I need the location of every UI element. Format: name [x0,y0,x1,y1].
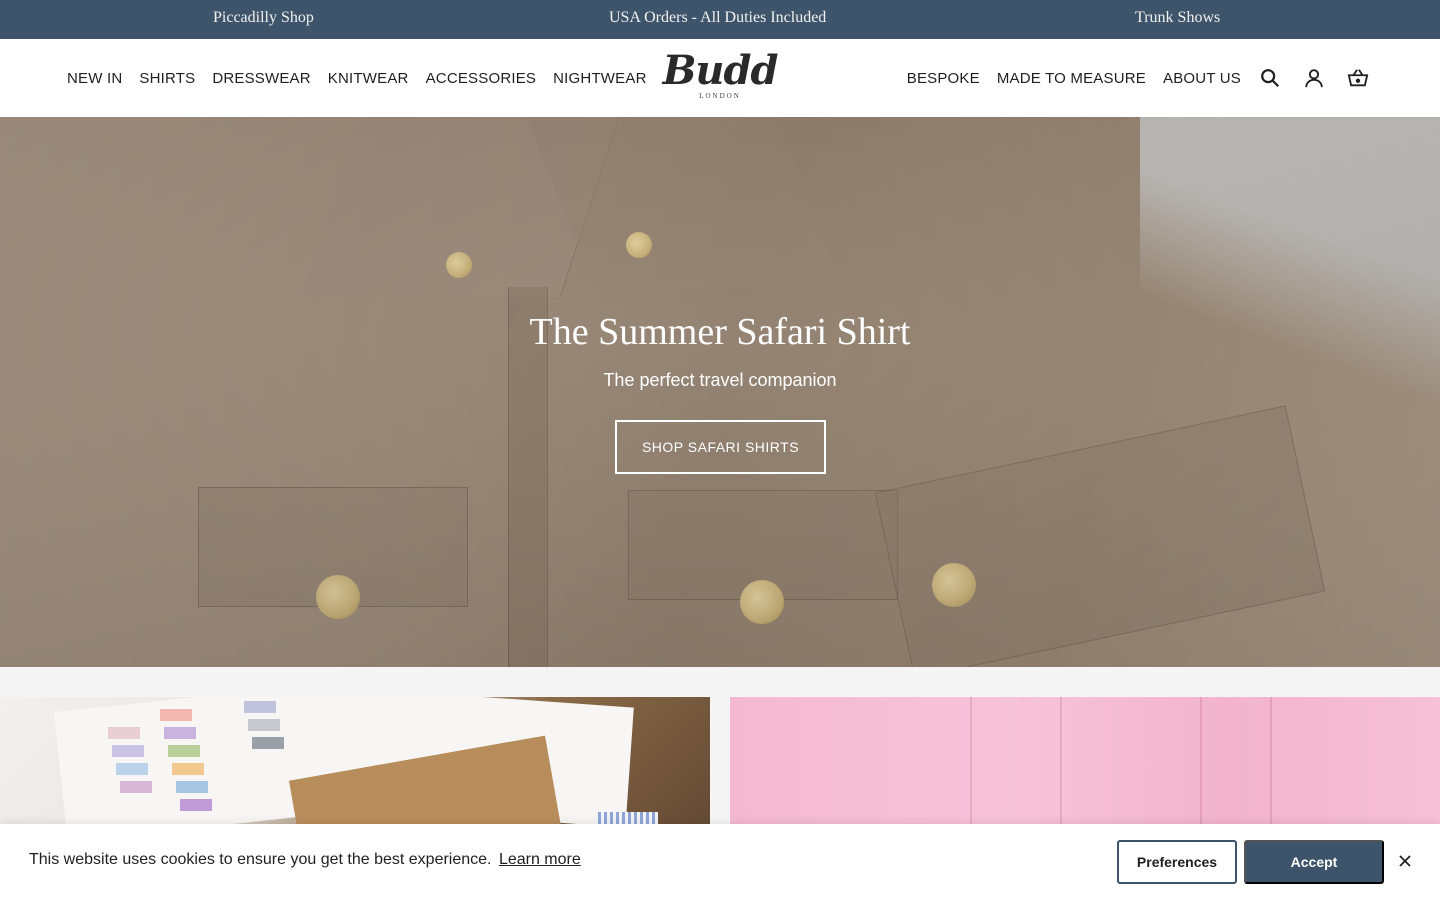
hero-title: The Summer Safari Shirt [529,311,911,353]
learn-more-link[interactable]: Learn more [499,851,581,868]
nav-about-us[interactable]: ABOUT US [1163,70,1241,87]
nav-knitwear[interactable]: KNITWEAR [328,70,409,87]
nav-shirts[interactable]: SHIRTS [139,70,195,87]
cookie-message: This website uses cookies to ensure you … [29,851,581,869]
hero-subtitle: The perfect travel companion [603,370,837,390]
announcement-piccadilly-shop[interactable]: Piccadilly Shop [213,9,314,27]
fabric-swatch [172,763,204,775]
fabric-swatch [108,727,140,739]
account-icon[interactable] [1303,67,1325,89]
fabric-swatch [160,709,192,721]
hero-banner: The Summer Safari Shirt The perfect trav… [0,117,1440,667]
cookie-message-text: This website uses cookies to ensure you … [29,851,492,868]
nav-new-in[interactable]: NEW IN [67,70,122,87]
fabric-swatch [176,781,208,793]
announcement-trunk-shows[interactable]: Trunk Shows [1135,9,1220,27]
announcement-bar: Piccadilly Shop USA Orders - All Duties … [0,0,1440,39]
nav-made-to-measure[interactable]: MADE TO MEASURE [997,70,1146,87]
site-header: NEW IN SHIRTS DRESSWEAR KNITWEAR ACCESSO… [0,39,1440,117]
accept-button[interactable]: Accept [1244,840,1384,884]
header-icons [1259,39,1369,117]
search-icon[interactable] [1259,67,1281,89]
nav-nightwear[interactable]: NIGHTWEAR [553,70,646,87]
fabric-swatch [244,701,276,713]
announcement-usa-orders[interactable]: USA Orders - All Duties Included [609,9,826,27]
fabric-swatch [168,745,200,757]
fabric-swatch [164,727,196,739]
fabric-swatch [112,745,144,757]
shop-safari-shirts-button[interactable]: SHOP SAFARI SHIRTS [615,420,826,474]
primary-nav-right: BESPOKE MADE TO MEASURE ABOUT US [907,39,1241,117]
close-icon[interactable] [1396,852,1414,870]
brand-logo[interactable]: Budd LONDON [661,49,779,105]
fabric-swatch [180,799,212,811]
primary-nav-left: NEW IN SHIRTS DRESSWEAR KNITWEAR ACCESSO… [67,39,647,117]
hero-content: The Summer Safari Shirt The perfect trav… [0,117,1440,667]
logo-wordmark: Budd [662,47,779,94]
nav-dresswear[interactable]: DRESSWEAR [212,70,310,87]
preferences-button[interactable]: Preferences [1117,840,1237,884]
fabric-swatch [120,781,152,793]
cookie-banner: This website uses cookies to ensure you … [0,824,1440,900]
nav-accessories[interactable]: ACCESSORIES [426,70,537,87]
nav-bespoke[interactable]: BESPOKE [907,70,980,87]
fabric-swatch [252,737,284,749]
fabric-swatch [248,719,280,731]
basket-icon[interactable] [1347,67,1369,89]
fabric-swatch [116,763,148,775]
